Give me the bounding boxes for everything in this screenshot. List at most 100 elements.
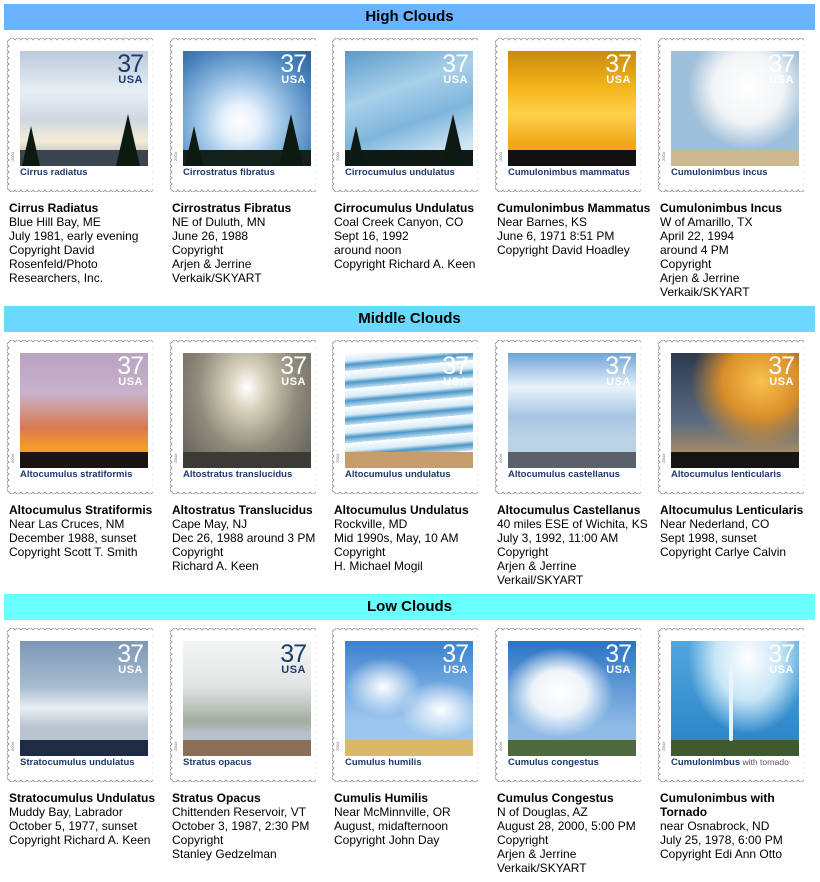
stamp-image: 37 USA 2004 Cumulonimbus incus	[658, 38, 804, 192]
info-line: Copyright	[172, 833, 224, 847]
info-line: August 28, 2000, 5:00 PM	[497, 819, 636, 833]
cloud-name: Altocumulus Lenticularis	[660, 503, 804, 517]
info-line: October 5, 1977, sunset	[9, 819, 138, 833]
country-label: USA	[281, 664, 306, 676]
cloud-photo: 37 USA	[508, 51, 636, 166]
info-line: December 1988, sunset	[9, 531, 137, 545]
stamp-caption: Altocumulus stratiformis	[20, 469, 150, 480]
info-line: Stanley Gedzelman	[172, 847, 277, 861]
cloud-name-line2: Tornado	[660, 805, 708, 819]
cloud-name: Cumulis Humilis	[334, 791, 429, 805]
info-line: Dec 26, 1988 around 3 PM	[172, 531, 316, 545]
cloud-name: Stratus Opacus	[172, 791, 261, 805]
ground-area	[20, 740, 148, 756]
info-line: N of Douglas, AZ	[497, 805, 588, 819]
cloud-name: Cumulus Congestus	[497, 791, 614, 805]
info-line: Copyright	[334, 545, 386, 559]
denomination-value: 37	[117, 51, 144, 78]
stamp-year: 2004	[173, 152, 178, 161]
ground-area	[345, 452, 473, 468]
cloud-photo: 37 USA	[183, 641, 311, 756]
stamp-denomination: 37 USA	[605, 52, 632, 86]
info-line: Researchers, Inc.	[9, 271, 104, 285]
info-line: 40 miles ESE of Wichita, KS	[497, 517, 648, 531]
stamp-caption: Cumulonimbus incus	[671, 167, 801, 178]
stamp-year: 2004	[498, 152, 503, 161]
stamp-denomination: 37 USA	[117, 51, 144, 86]
stamp-denomination: 37 USA	[605, 354, 632, 388]
info-line: Copyright David Hoadley	[497, 243, 630, 257]
info-line: Arjen & Jerrine	[497, 559, 577, 573]
country-label: USA	[118, 664, 143, 676]
tree-silhouette	[441, 114, 465, 166]
country-label: USA	[118, 376, 143, 388]
info-line: NE of Duluth, MN	[172, 215, 266, 229]
stamp-details: Altocumulus Castellanus 40 miles ESE of W…	[497, 503, 657, 587]
info-line: Copyright Richard A. Keen	[334, 257, 476, 271]
stamp-denomination: 37 USA	[280, 354, 307, 388]
info-line: Arjen & Jerrine	[172, 257, 252, 271]
stamp-caption: Cumulus congestus	[508, 757, 638, 768]
stamp-details: Cirrostratus Fibratus NE of Duluth, MN Jun…	[172, 201, 332, 285]
info-line: July 3, 1992, 11:00 AM	[497, 531, 619, 545]
cloud-name: Cirrostratus Fibratus	[172, 201, 292, 215]
stamp-year: 2004	[10, 742, 15, 751]
stamp-year: 2004	[661, 152, 666, 161]
section-header-high-clouds: High Clouds	[4, 4, 815, 30]
stamp-caption-text: Stratus opacus	[183, 757, 252, 768]
stamp-caption-text: Altocumulus castellanus	[508, 469, 620, 480]
info-line: Richard A. Keen	[172, 559, 259, 573]
stamp-year: 2004	[173, 742, 178, 751]
cloud-name: Altostratus Translucidus	[172, 503, 313, 517]
info-line: Copyright	[497, 545, 549, 559]
tornado-funnel	[729, 663, 733, 741]
info-line: Near Nederland, CO	[660, 517, 770, 531]
stamp-year: 2004	[10, 454, 15, 463]
info-line: W of Amarillo, TX	[660, 215, 753, 229]
stamp-image: 37 USA 2004 Altocumulus lenticularis	[658, 340, 804, 494]
stamp-caption: Cumulonimbus with tornado	[671, 757, 801, 768]
cloud-photo: 37 USA	[20, 51, 148, 166]
ground-area	[671, 150, 799, 166]
ground-area	[508, 740, 636, 756]
stamp-details: Altostratus Translucidus Cape May, NJ Dec …	[172, 503, 332, 573]
info-line: Rockville, MD	[334, 517, 408, 531]
stamp-denomination: 37 USA	[442, 642, 469, 676]
cloud-photo: 37 USA	[345, 353, 473, 468]
info-line: Coal Creek Canyon, CO	[334, 215, 464, 229]
stamp-denomination: 37 USA	[280, 51, 307, 86]
info-line: June 26, 1988	[172, 229, 249, 243]
stamp-image: 37 USA 2004 Altocumulus castellanus	[495, 340, 641, 494]
stamp-caption-bold: Cumulonimbus	[671, 757, 741, 768]
ground-area	[183, 452, 311, 468]
info-line: Cape May, NJ	[172, 517, 248, 531]
stamp-caption: Cirrocumulus undulatus	[345, 167, 475, 178]
denomination-value: 37	[442, 51, 469, 78]
info-line: around 4 PM	[660, 243, 729, 257]
stamp-image: 37 USA 2004 Altostratus translucidus	[170, 340, 316, 494]
stamp-details: Altocumulus Lenticularis Near Nederland, …	[660, 503, 820, 559]
stamp-caption: Altocumulus castellanus	[508, 469, 638, 480]
country-label: USA	[281, 376, 306, 388]
info-line: October 3, 1987, 2:30 PM	[172, 819, 310, 833]
stamp-denomination: 37 USA	[605, 642, 632, 676]
country-label: USA	[606, 376, 631, 388]
cloud-name: Cirrus Radiatus	[9, 201, 99, 215]
denomination-value: 37	[117, 641, 144, 668]
cloud-name: Cumulonimbus Incus	[660, 201, 783, 215]
stamp-year: 2004	[335, 152, 340, 161]
info-line: Copyright	[660, 257, 712, 271]
info-line: Verkaik/SKYART	[497, 861, 587, 875]
denomination-value: 37	[280, 51, 307, 78]
info-line: July 25, 1978, 6:00 PM	[660, 833, 783, 847]
denomination-value: 37	[280, 641, 307, 668]
tree-silhouette	[279, 114, 303, 166]
info-line: Verkaik/SKYART	[172, 271, 262, 285]
stamp-image: 37 USA 2004 Stratocumulus undulatus	[7, 628, 153, 782]
denomination-value: 37	[117, 353, 144, 380]
stamp-caption-text: Altocumulus undulatus	[345, 469, 451, 480]
stamp-caption: Altocumulus undulatus	[345, 469, 475, 480]
stamp-details: Cirrus Radiatus Blue Hill Bay, ME July 198…	[9, 201, 169, 285]
cloud-photo: 37 USA	[183, 353, 311, 468]
section-header-low-clouds: Low Clouds	[4, 594, 815, 620]
